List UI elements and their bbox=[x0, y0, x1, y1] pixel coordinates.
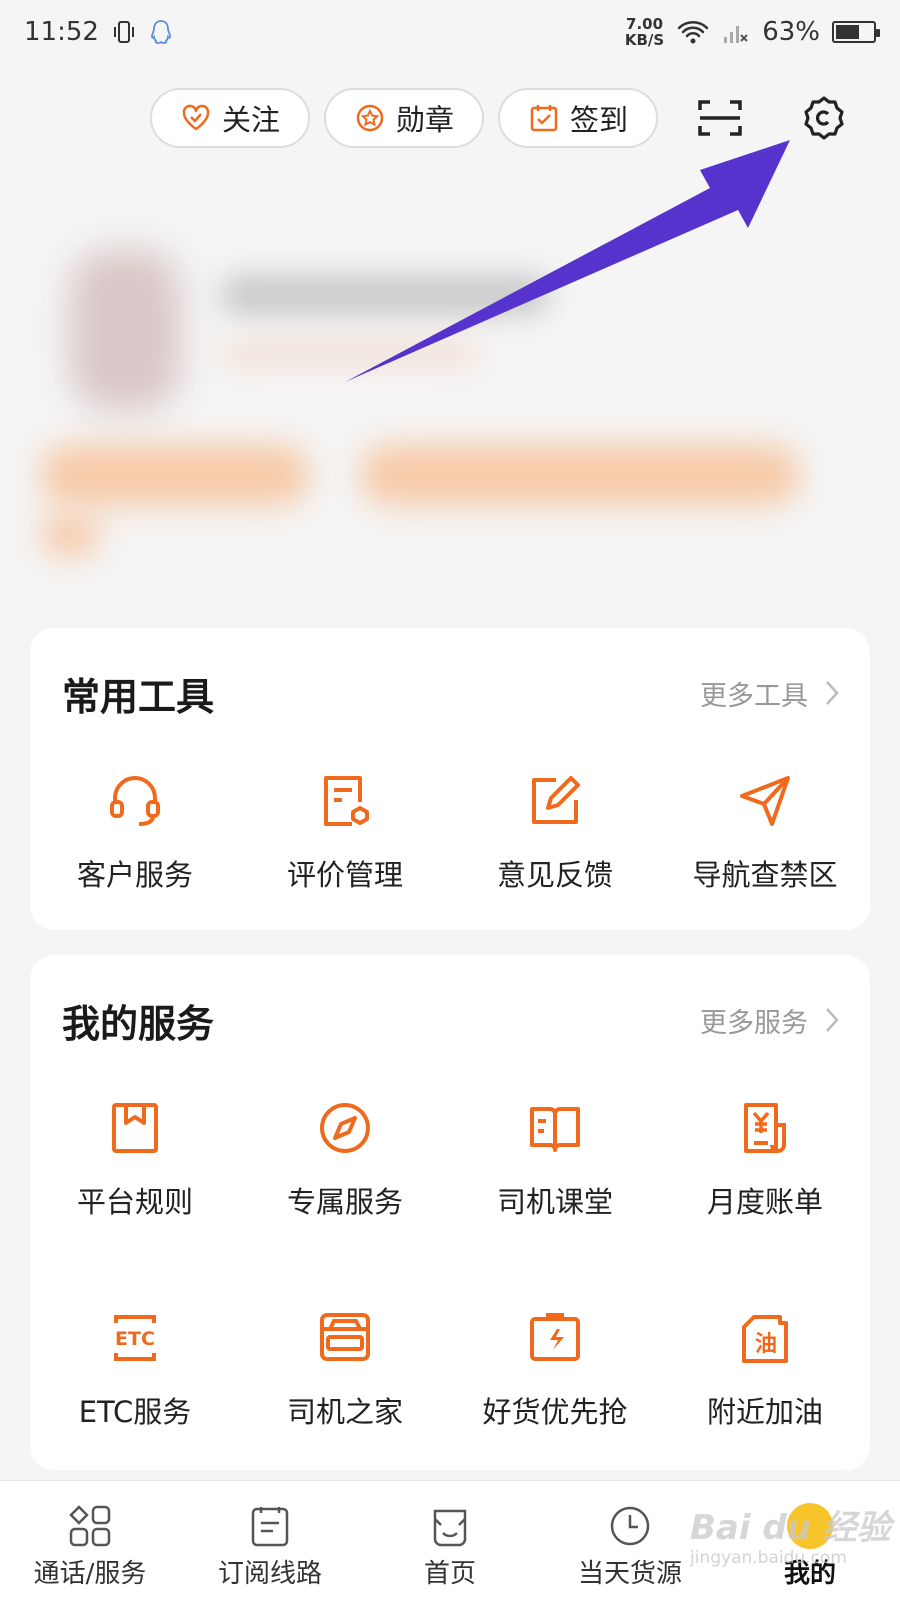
book-icon bbox=[530, 1107, 580, 1152]
service-label: 月度账单 bbox=[706, 1185, 823, 1219]
service-label: 专属服务 bbox=[286, 1185, 403, 1219]
medal-label: 勋章 bbox=[396, 103, 455, 137]
heart-icon bbox=[182, 104, 210, 131]
headset-icon bbox=[110, 776, 160, 826]
fuel-icon: 油 bbox=[742, 1315, 788, 1363]
watermark: Bai du 经验 bbox=[690, 1508, 891, 1548]
clock-icon bbox=[610, 1506, 650, 1546]
list-icon bbox=[251, 1507, 289, 1547]
grid-icon bbox=[69, 1505, 111, 1547]
battery-icon bbox=[832, 21, 880, 43]
chevron-right-icon bbox=[826, 681, 839, 705]
checkin-button[interactable]: 签到 bbox=[498, 88, 659, 148]
tool-feedback[interactable]: 意见反馈 bbox=[450, 724, 660, 934]
chevron-right-icon bbox=[826, 1008, 839, 1032]
top-action-bar: 关注 勋章 签到 bbox=[150, 88, 854, 148]
qq-icon bbox=[151, 20, 171, 44]
scan-icon bbox=[698, 100, 742, 136]
package-icon bbox=[530, 1313, 580, 1361]
network-speed: 7.00 KB/S bbox=[624, 15, 665, 49]
common-tools-card: 常用工具 更多工具 客户服务 评价管理 意见反馈 导航查禁区 bbox=[30, 628, 870, 930]
tool-label: 意见反馈 bbox=[496, 858, 613, 892]
battery-percent: 63% bbox=[762, 17, 820, 47]
profile-stat-blurred bbox=[360, 445, 800, 505]
compass-icon bbox=[320, 1103, 370, 1153]
follow-label: 关注 bbox=[222, 103, 281, 137]
service-platform-rules[interactable]: 平台规则 bbox=[30, 1051, 240, 1261]
user-info-blurred bbox=[220, 340, 480, 368]
tool-review-management[interactable]: 评价管理 bbox=[240, 724, 450, 934]
review-icon bbox=[324, 776, 369, 826]
home-icon bbox=[433, 1509, 467, 1547]
profile-stat-blurred bbox=[40, 515, 100, 555]
section-title: 我的服务 bbox=[62, 1001, 215, 1046]
edit-icon bbox=[532, 776, 580, 824]
tool-customer-service[interactable]: 客户服务 bbox=[30, 724, 240, 934]
checkin-label: 签到 bbox=[570, 103, 629, 137]
nav-subscribed-routes[interactable]: 订阅线路 bbox=[180, 1481, 360, 1600]
gear-icon bbox=[804, 96, 844, 140]
service-driver-class[interactable]: 司机课堂 bbox=[450, 1051, 660, 1261]
svg-text:油: 油 bbox=[755, 1332, 777, 1357]
bill-icon bbox=[744, 1103, 786, 1153]
svg-text:ETC: ETC bbox=[115, 1328, 155, 1350]
wifi-icon bbox=[677, 21, 709, 44]
follow-button[interactable]: 关注 bbox=[150, 88, 311, 148]
user-name-blurred bbox=[220, 275, 550, 315]
settings-button[interactable] bbox=[794, 88, 854, 148]
service-label: 司机之家 bbox=[286, 1395, 403, 1429]
nav-call-service[interactable]: 通话/服务 bbox=[0, 1481, 180, 1600]
more-tools-link[interactable]: 更多工具 bbox=[700, 674, 840, 713]
medal-button[interactable]: 勋章 bbox=[324, 88, 485, 148]
avatar bbox=[70, 250, 180, 410]
service-monthly-bill[interactable]: 月度账单 bbox=[660, 1051, 870, 1261]
service-nearby-fuel[interactable]: 油 附近加油 bbox=[660, 1261, 870, 1471]
calendar-check-icon bbox=[530, 105, 558, 132]
service-label: 附近加油 bbox=[706, 1395, 823, 1429]
etc-icon: ETC bbox=[114, 1315, 156, 1361]
battery-fill bbox=[836, 25, 859, 39]
tool-label: 导航查禁区 bbox=[692, 858, 838, 892]
tool-label: 评价管理 bbox=[286, 858, 403, 892]
nav-label: 通话/服务 bbox=[33, 1559, 147, 1589]
service-exclusive[interactable]: 专属服务 bbox=[240, 1051, 450, 1261]
navigation-icon bbox=[740, 776, 790, 826]
watermark-url: jingyan.baidu.com bbox=[690, 1548, 847, 1568]
nav-home[interactable]: 首页 bbox=[360, 1481, 540, 1600]
nav-label: 当天货源 bbox=[577, 1559, 682, 1589]
bookmark-icon bbox=[112, 1103, 158, 1153]
nav-label: 订阅线路 bbox=[217, 1559, 322, 1589]
service-priority-goods[interactable]: 好货优先抢 bbox=[450, 1261, 660, 1471]
status-bar: 11:52 7.00 KB/S 63% bbox=[0, 0, 900, 64]
tool-navigation-restricted[interactable]: 导航查禁区 bbox=[660, 724, 870, 934]
signal-icon bbox=[724, 26, 748, 43]
medal-icon bbox=[356, 104, 384, 132]
service-label: ETC服务 bbox=[78, 1395, 192, 1429]
profile-stat-blurred bbox=[40, 445, 310, 505]
scan-button[interactable] bbox=[690, 88, 750, 148]
service-label: 司机课堂 bbox=[496, 1185, 613, 1219]
service-etc[interactable]: ETC ETC服务 bbox=[30, 1261, 240, 1471]
my-services-card: 我的服务 更多服务 平台规则 专属服务 司机课堂 月度账单 ETC ETC服务 bbox=[30, 955, 870, 1470]
tool-label: 客户服务 bbox=[76, 858, 193, 892]
truck-icon bbox=[320, 1313, 370, 1361]
status-time: 11:52 bbox=[24, 17, 99, 47]
more-services-link[interactable]: 更多服务 bbox=[700, 1001, 840, 1040]
service-driver-home[interactable]: 司机之家 bbox=[240, 1261, 450, 1471]
section-title: 常用工具 bbox=[62, 674, 215, 719]
vibrate-icon bbox=[113, 21, 134, 43]
service-label: 好货优先抢 bbox=[482, 1395, 628, 1429]
profile-section-blurred bbox=[0, 220, 900, 610]
nav-label: 首页 bbox=[423, 1559, 476, 1589]
service-label: 平台规则 bbox=[76, 1185, 193, 1219]
